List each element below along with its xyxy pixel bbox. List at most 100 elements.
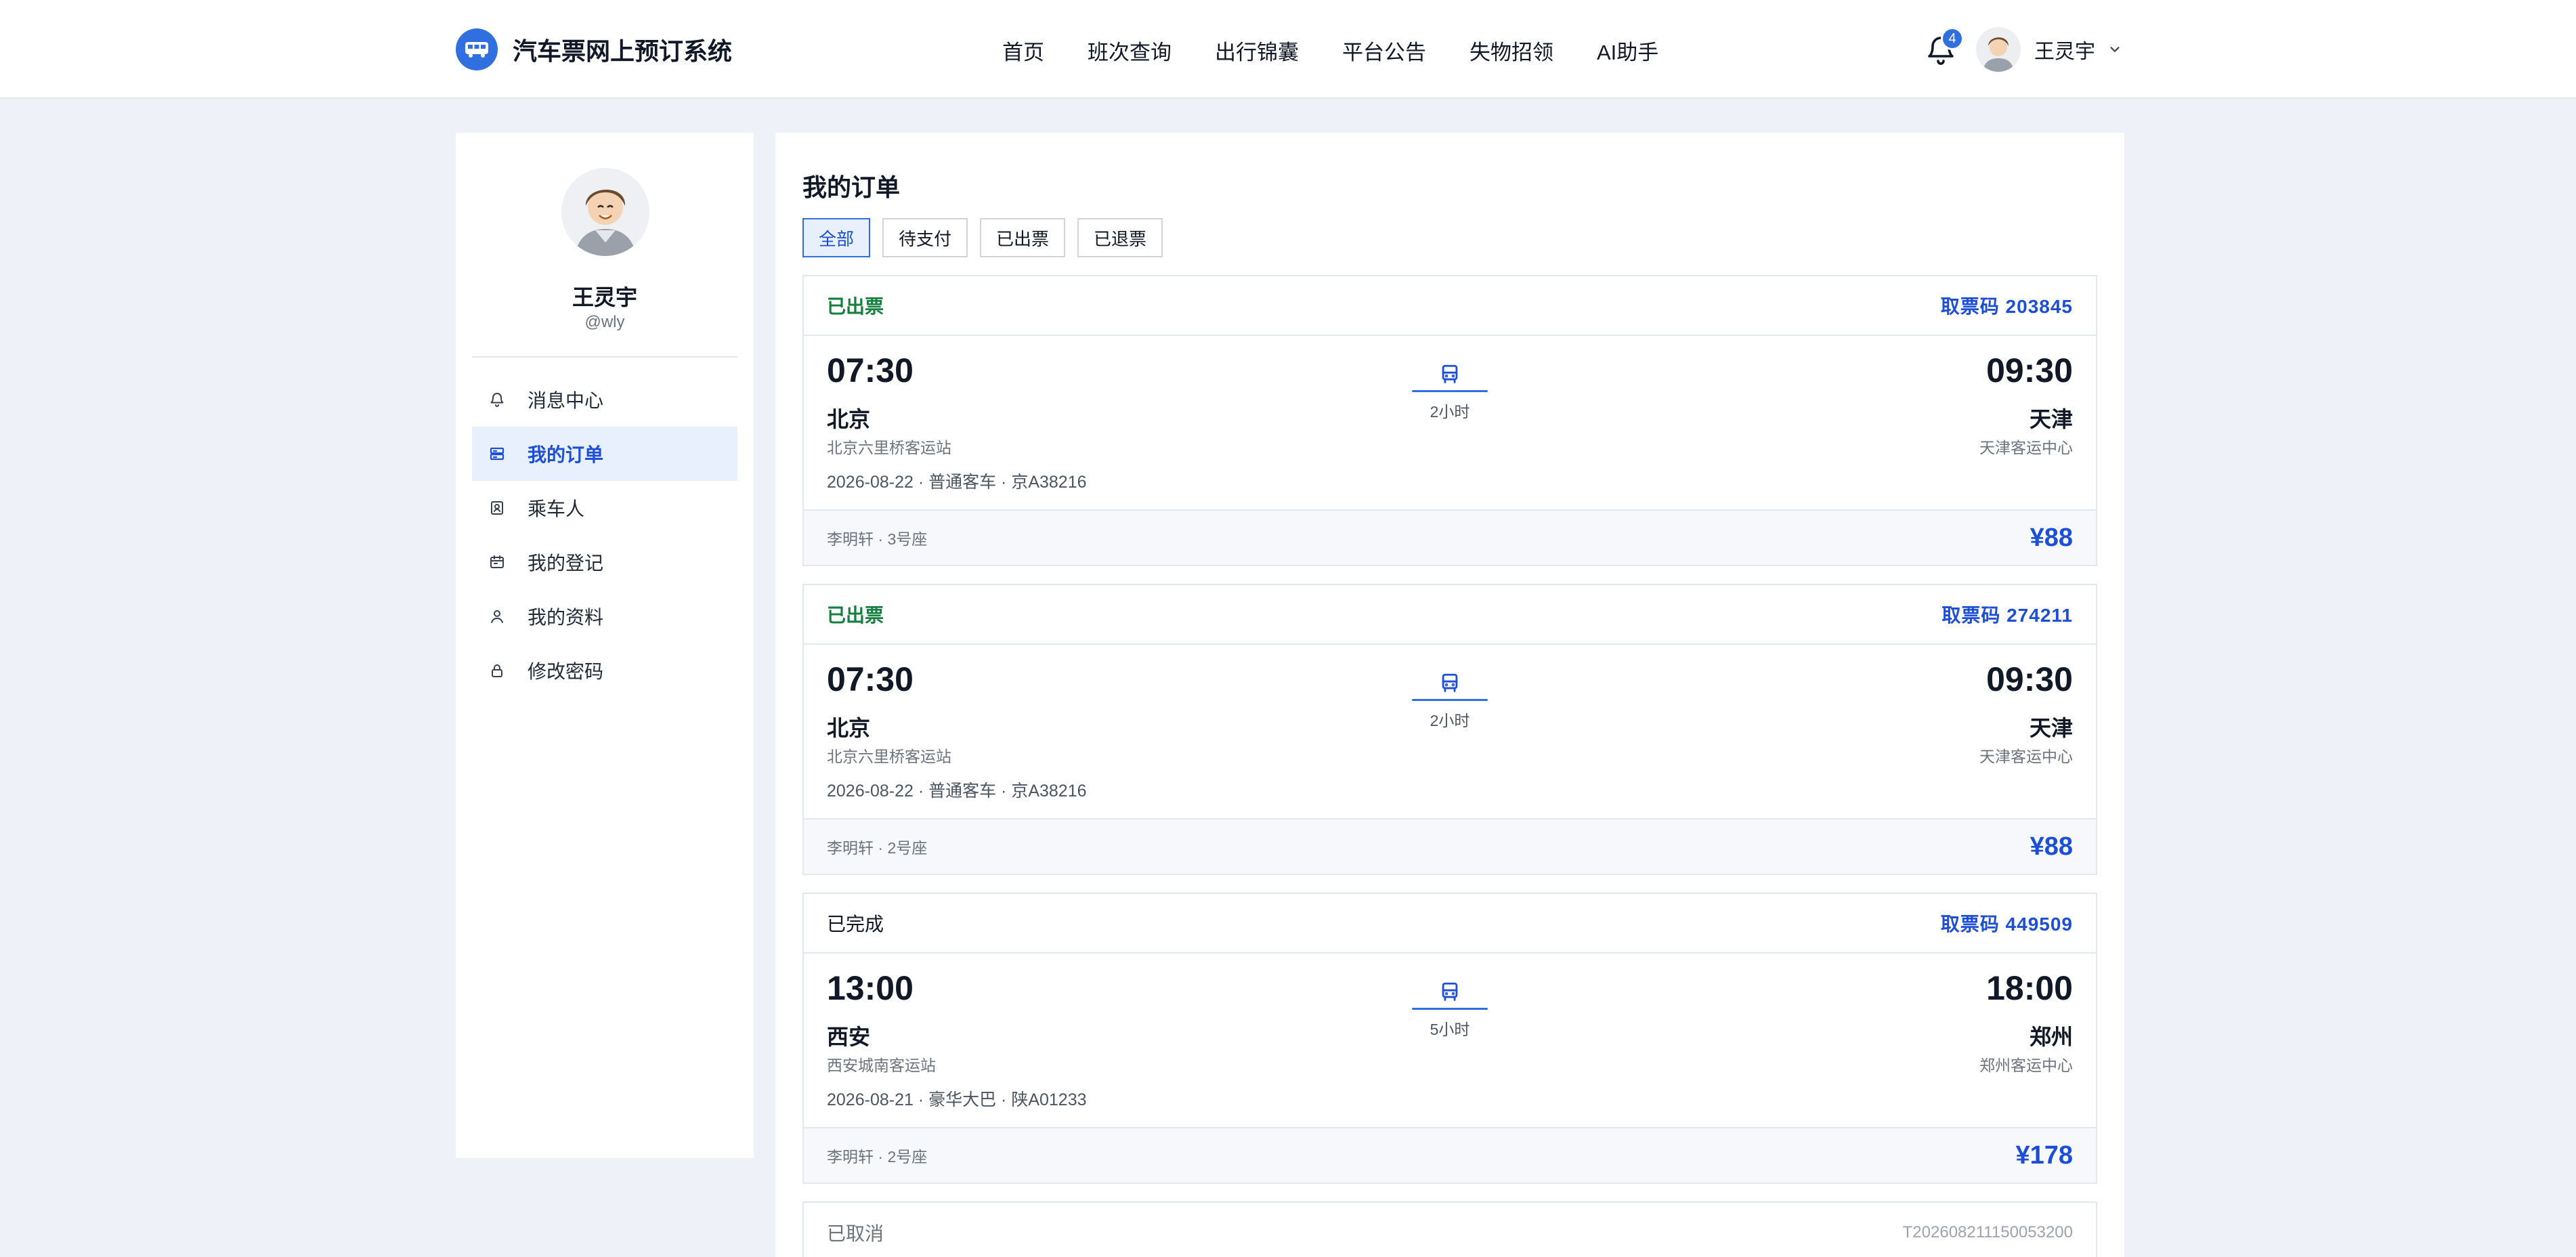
sidebar-item-change-password[interactable]: 修改密码: [472, 643, 737, 698]
duration-label: 5小时: [1430, 1021, 1470, 1038]
duration-label: 2小时: [1430, 712, 1470, 729]
sidebar-item-profile[interactable]: 我的资料: [472, 589, 737, 643]
order-route: 07:30 北京 北京六里桥客运站 2026-08-22 · 普通客车 · 京A…: [804, 645, 2096, 819]
trip-duration: 2小时: [1411, 363, 1489, 422]
sidebar-item-registrations[interactable]: 我的登记: [472, 535, 737, 589]
nav-ai-assistant[interactable]: AI助手: [1597, 35, 1658, 66]
departure-station: 北京六里桥客运站: [827, 748, 951, 765]
sidebar-menu: 消息中心 我的订单 乘车人 我的登记 我的资料 修改密码: [472, 372, 737, 698]
route-line: [1412, 699, 1488, 701]
sidebar-item-messages[interactable]: 消息中心: [472, 372, 737, 427]
id-card-icon: [487, 498, 507, 518]
filter-all[interactable]: 全部: [802, 218, 871, 257]
order-route: 07:30 北京 北京六里桥客运站 2026-08-22 · 普通客车 · 京A…: [804, 336, 2096, 511]
sidebar-item-label: 乘车人: [528, 498, 585, 519]
order-number: T202608211150053200: [1902, 1223, 2073, 1241]
order-footer: 李明轩 · 3号座 ¥88: [804, 511, 2096, 565]
sidebar-item-orders[interactable]: 我的订单: [472, 427, 737, 481]
trip-meta: 2026-08-22 · 普通客车 · 京A38216: [827, 782, 1087, 801]
bus-icon: [1442, 982, 1458, 1001]
nav-travel-tips[interactable]: 出行锦囊: [1215, 35, 1299, 66]
sidebar-item-label: 我的资料: [528, 607, 604, 628]
departure-time: 13:00: [827, 969, 914, 1007]
brand[interactable]: 汽车票网上预订系统: [456, 28, 732, 70]
order-route: 13:00 西安 西安城南客运站 2026-08-21 · 豪华大巴 · 陕A0…: [804, 954, 2096, 1128]
departure-city: 北京: [827, 407, 871, 431]
trip-meta: 2026-08-21 · 豪华大巴 · 陕A01233: [827, 1090, 1087, 1109]
chevron-down-icon: [2110, 47, 2120, 52]
order-footer: 李明轩 · 2号座 ¥178: [804, 1128, 2096, 1183]
account-sidebar: 王灵宇 @wly 消息中心 我的订单 乘车人 我的登记 我的资料 修改密码: [456, 133, 754, 1158]
ticket-icon: [487, 444, 507, 464]
order-status: 已完成: [827, 914, 884, 935]
trip-duration: 2小时: [1411, 672, 1489, 731]
profile-avatar: [561, 168, 649, 256]
route-line: [1412, 390, 1488, 392]
arrival-time: 18:00: [1986, 969, 2073, 1007]
order-filter-tabs: 全部 待支付 已出票 已退票: [802, 218, 1175, 257]
order-card[interactable]: 已出票 取票码 274211 07:30 北京 北京六里桥客运站 2026-08…: [802, 584, 2097, 875]
order-header: 已完成 取票码 449509: [804, 894, 2096, 954]
user-menu[interactable]: 王灵宇: [1976, 27, 2122, 72]
bell-icon: [487, 389, 507, 410]
trip-duration: 5小时: [1411, 981, 1489, 1040]
order-price: ¥88: [2030, 523, 2073, 552]
route-line: [1412, 1008, 1488, 1010]
sidebar-item-passengers[interactable]: 乘车人: [472, 481, 737, 535]
bus-icon: [1442, 364, 1458, 383]
filter-refunded[interactable]: 已退票: [1077, 218, 1163, 257]
arrival-station: 天津客运中心: [1979, 439, 2073, 456]
pickup-code: 取票码 203845: [1940, 296, 2073, 317]
departure-city: 西安: [827, 1025, 871, 1049]
profile-name: 王灵宇: [572, 285, 637, 310]
departure-time: 07:30: [827, 351, 914, 389]
orders-panel: 我的订单 全部 待支付 已出票 已退票 已出票 取票码 203845 07:30…: [775, 133, 2124, 1257]
departure-city: 北京: [827, 716, 871, 740]
avatar: [1976, 27, 2021, 72]
sidebar-item-label: 我的订单: [528, 444, 604, 465]
nav-announcements[interactable]: 平台公告: [1342, 35, 1426, 66]
nav-home[interactable]: 首页: [1002, 35, 1044, 66]
departure-time: 07:30: [827, 660, 914, 698]
notification-badge: 4: [1941, 27, 1964, 50]
filter-pending-payment[interactable]: 待支付: [882, 218, 968, 257]
arrival-station: 天津客运中心: [1979, 748, 2073, 765]
passenger-seat: 李明轩 · 2号座: [827, 1148, 928, 1166]
arrival-city: 郑州: [2029, 1025, 2073, 1049]
app-title: 汽车票网上预订系统: [513, 37, 733, 65]
duration-label: 2小时: [1430, 403, 1470, 421]
arrival-time: 09:30: [1986, 660, 2073, 698]
departure-station: 北京六里桥客运站: [827, 439, 951, 456]
order-header: 已出票 取票码 203845: [804, 276, 2096, 336]
sidebar-item-label: 消息中心: [528, 390, 604, 411]
filter-issued[interactable]: 已出票: [980, 218, 1066, 257]
pickup-code: 取票码 274211: [1941, 605, 2073, 626]
order-footer: 李明轩 · 2号座 ¥88: [804, 819, 2096, 874]
order-price: ¥178: [2015, 1141, 2073, 1170]
user-icon: [487, 606, 507, 626]
order-card[interactable]: 已出票 取票码 203845 07:30 北京 北京六里桥客运站 2026-08…: [802, 275, 2097, 566]
order-status: 已取消: [827, 1223, 884, 1244]
order-card[interactable]: 已完成 取票码 449509 13:00 西安 西安城南客运站 2026-08-…: [802, 893, 2097, 1184]
arrival-time: 09:30: [1986, 351, 2073, 389]
lock-icon: [487, 660, 507, 681]
nav-schedule-search[interactable]: 班次查询: [1088, 35, 1172, 66]
calendar-box-icon: [487, 552, 507, 572]
profile-handle: @wly: [584, 313, 625, 331]
order-status: 已出票: [827, 605, 884, 626]
nav-lost-and-found[interactable]: 失物招领: [1469, 35, 1553, 66]
user-name: 王灵宇: [2034, 41, 2095, 63]
departure-station: 西安城南客运站: [827, 1057, 936, 1074]
passenger-seat: 李明轩 · 2号座: [827, 839, 928, 857]
trip-meta: 2026-08-22 · 普通客车 · 京A38216: [827, 473, 1087, 492]
arrival-city: 天津: [2029, 407, 2073, 431]
arrival-station: 郑州客运中心: [1979, 1057, 2073, 1074]
main-nav: 首页 班次查询 出行锦囊 平台公告 失物招领 AI助手: [1002, 31, 1658, 69]
page-title: 我的订单: [802, 173, 901, 201]
sidebar-item-label: 我的登记: [528, 553, 604, 574]
order-card[interactable]: 已取消 T202608211150053200: [802, 1201, 2097, 1257]
sidebar-item-label: 修改密码: [528, 661, 604, 682]
sidebar-divider: [472, 356, 737, 358]
pickup-code: 取票码 449509: [1940, 914, 2073, 935]
order-header: 已出票 取票码 274211: [804, 585, 2096, 645]
